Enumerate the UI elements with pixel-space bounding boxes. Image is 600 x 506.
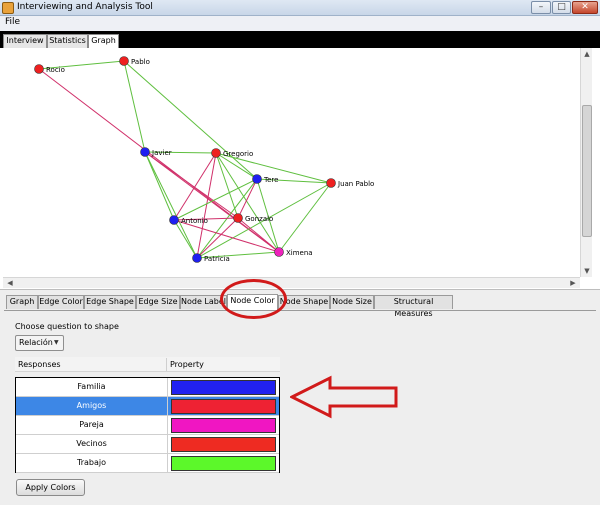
node-circle[interactable] xyxy=(233,213,243,223)
graph-node-gonzalo[interactable]: Gonzalo xyxy=(233,213,274,224)
graph-node-rocio[interactable]: Rocio xyxy=(34,64,65,75)
response-label: Trabajo xyxy=(77,458,106,467)
node-circle[interactable] xyxy=(34,64,44,74)
vertical-scroll-thumb[interactable] xyxy=(582,105,592,237)
graph-edge xyxy=(215,152,280,253)
graph-node-ximena[interactable]: Ximena xyxy=(274,247,313,258)
node-circle[interactable] xyxy=(211,148,221,158)
column-header-responses: Responses xyxy=(18,360,61,369)
node-circle[interactable] xyxy=(326,178,336,188)
cell-divider xyxy=(167,378,168,397)
node-label: Rocio xyxy=(46,66,65,74)
graph-node-patricia[interactable]: Patricia xyxy=(192,253,230,264)
graph-edge xyxy=(144,151,280,253)
menu-bar: File xyxy=(0,16,600,31)
title-bar: Interviewing and Analysis Tool – □ ✕ xyxy=(0,0,600,16)
choose-question-label: Choose question to shape xyxy=(15,322,119,331)
response-color-table: Familia Amigos Pareja Vecinos Trabajo xyxy=(15,377,280,473)
node-circle[interactable] xyxy=(252,174,262,184)
minimize-button[interactable]: – xyxy=(531,1,551,14)
column-header-property: Property xyxy=(170,360,204,369)
tab-interview[interactable]: Interview xyxy=(3,34,47,48)
scroll-left-icon[interactable]: ◀ xyxy=(5,278,15,288)
cell-divider xyxy=(167,454,168,473)
question-select-value: Relación xyxy=(19,338,53,347)
graph-edge xyxy=(123,60,146,153)
node-label: Ximena xyxy=(286,249,313,257)
node-circle[interactable] xyxy=(192,253,202,263)
horizontal-scrollbar[interactable]: ◀ ▶ xyxy=(3,277,580,288)
node-circle[interactable] xyxy=(274,247,284,257)
node-label: Pablo xyxy=(131,58,150,66)
graph-edge xyxy=(144,151,198,259)
graph-node-antonio[interactable]: Antonio xyxy=(169,215,208,226)
menu-file[interactable]: File xyxy=(5,17,20,27)
subtab-edge-shape[interactable]: Edge Shape xyxy=(84,295,136,309)
graph-node-gregorio[interactable]: Gregorio xyxy=(211,148,254,159)
top-tab-strip: Interview Statistics Graph xyxy=(0,31,600,48)
apply-colors-button[interactable]: Apply Colors xyxy=(16,479,85,496)
node-circle[interactable] xyxy=(119,56,129,66)
edges-layer xyxy=(38,60,332,259)
nodes-layer: Rocio Pablo Javier Gregorio Tere Juan Pablo An… xyxy=(34,56,375,264)
color-swatch[interactable] xyxy=(171,399,276,414)
response-label: Familia xyxy=(77,382,106,391)
graph-node-pablo[interactable]: Pablo xyxy=(119,56,150,67)
tab-statistics[interactable]: Statistics xyxy=(47,34,88,48)
highlight-oval xyxy=(220,279,287,319)
table-row[interactable]: Pareja xyxy=(16,416,279,435)
node-label: Antonio xyxy=(181,217,208,225)
node-label: Patricia xyxy=(204,255,230,263)
graph-edge xyxy=(278,182,332,253)
column-divider xyxy=(166,358,167,371)
subtab-graph[interactable]: Graph xyxy=(6,295,38,309)
scroll-right-icon[interactable]: ▶ xyxy=(568,278,578,288)
window-title: Interviewing and Analysis Tool xyxy=(17,2,153,12)
table-header: Responses Property xyxy=(15,357,280,372)
cell-divider xyxy=(167,397,168,416)
node-circle[interactable] xyxy=(169,215,179,225)
graph-canvas[interactable]: Rocio Pablo Javier Gregorio Tere Juan Pablo An… xyxy=(3,48,580,277)
maximize-button[interactable]: □ xyxy=(552,1,571,14)
table-row[interactable]: Amigos xyxy=(16,397,279,416)
table-row[interactable]: Vecinos xyxy=(16,435,279,454)
node-label: Tere xyxy=(263,176,278,184)
app-icon xyxy=(2,2,14,14)
response-label: Amigos xyxy=(76,401,107,410)
node-label: Juan Pablo xyxy=(337,180,374,188)
table-row[interactable]: Familia xyxy=(16,378,279,397)
scroll-up-icon[interactable]: ▲ xyxy=(582,49,592,59)
color-swatch[interactable] xyxy=(171,437,276,452)
response-label: Pareja xyxy=(79,420,104,429)
subtab-edge-color[interactable]: Edge Color xyxy=(38,295,84,309)
subtab-edge-size[interactable]: Edge Size xyxy=(136,295,180,309)
subtab-node-size[interactable]: Node Size xyxy=(330,295,374,309)
left-arrow-icon xyxy=(290,375,398,419)
node-label: Javier xyxy=(151,149,172,157)
chevron-down-icon: ▼ xyxy=(54,339,59,346)
node-circle[interactable] xyxy=(140,147,150,157)
close-button[interactable]: ✕ xyxy=(572,1,598,14)
tab-graph[interactable]: Graph xyxy=(88,34,119,48)
color-swatch[interactable] xyxy=(171,380,276,395)
subtab-structural-measures[interactable]: Structural Measures xyxy=(374,295,453,318)
question-select[interactable]: Relación ▼ xyxy=(15,335,64,351)
response-label: Vecinos xyxy=(76,439,107,448)
node-label: Gonzalo xyxy=(245,215,273,223)
node-label: Gregorio xyxy=(223,150,253,158)
color-swatch[interactable] xyxy=(171,418,276,433)
cell-divider xyxy=(167,416,168,435)
table-row[interactable]: Trabajo xyxy=(16,454,279,473)
graph-node-tere[interactable]: Tere xyxy=(252,174,279,185)
vertical-scrollbar[interactable]: ▲ ▼ xyxy=(580,48,592,277)
graph-edge xyxy=(123,60,258,180)
cell-divider xyxy=(167,435,168,454)
network-graph: Rocio Pablo Javier Gregorio Tere Juan Pablo An… xyxy=(34,56,375,264)
graph-node-javier[interactable]: Javier xyxy=(140,147,172,158)
graph-node-juanpablo[interactable]: Juan Pablo xyxy=(326,178,375,189)
color-swatch[interactable] xyxy=(171,456,276,471)
scroll-down-icon[interactable]: ▼ xyxy=(582,266,592,276)
